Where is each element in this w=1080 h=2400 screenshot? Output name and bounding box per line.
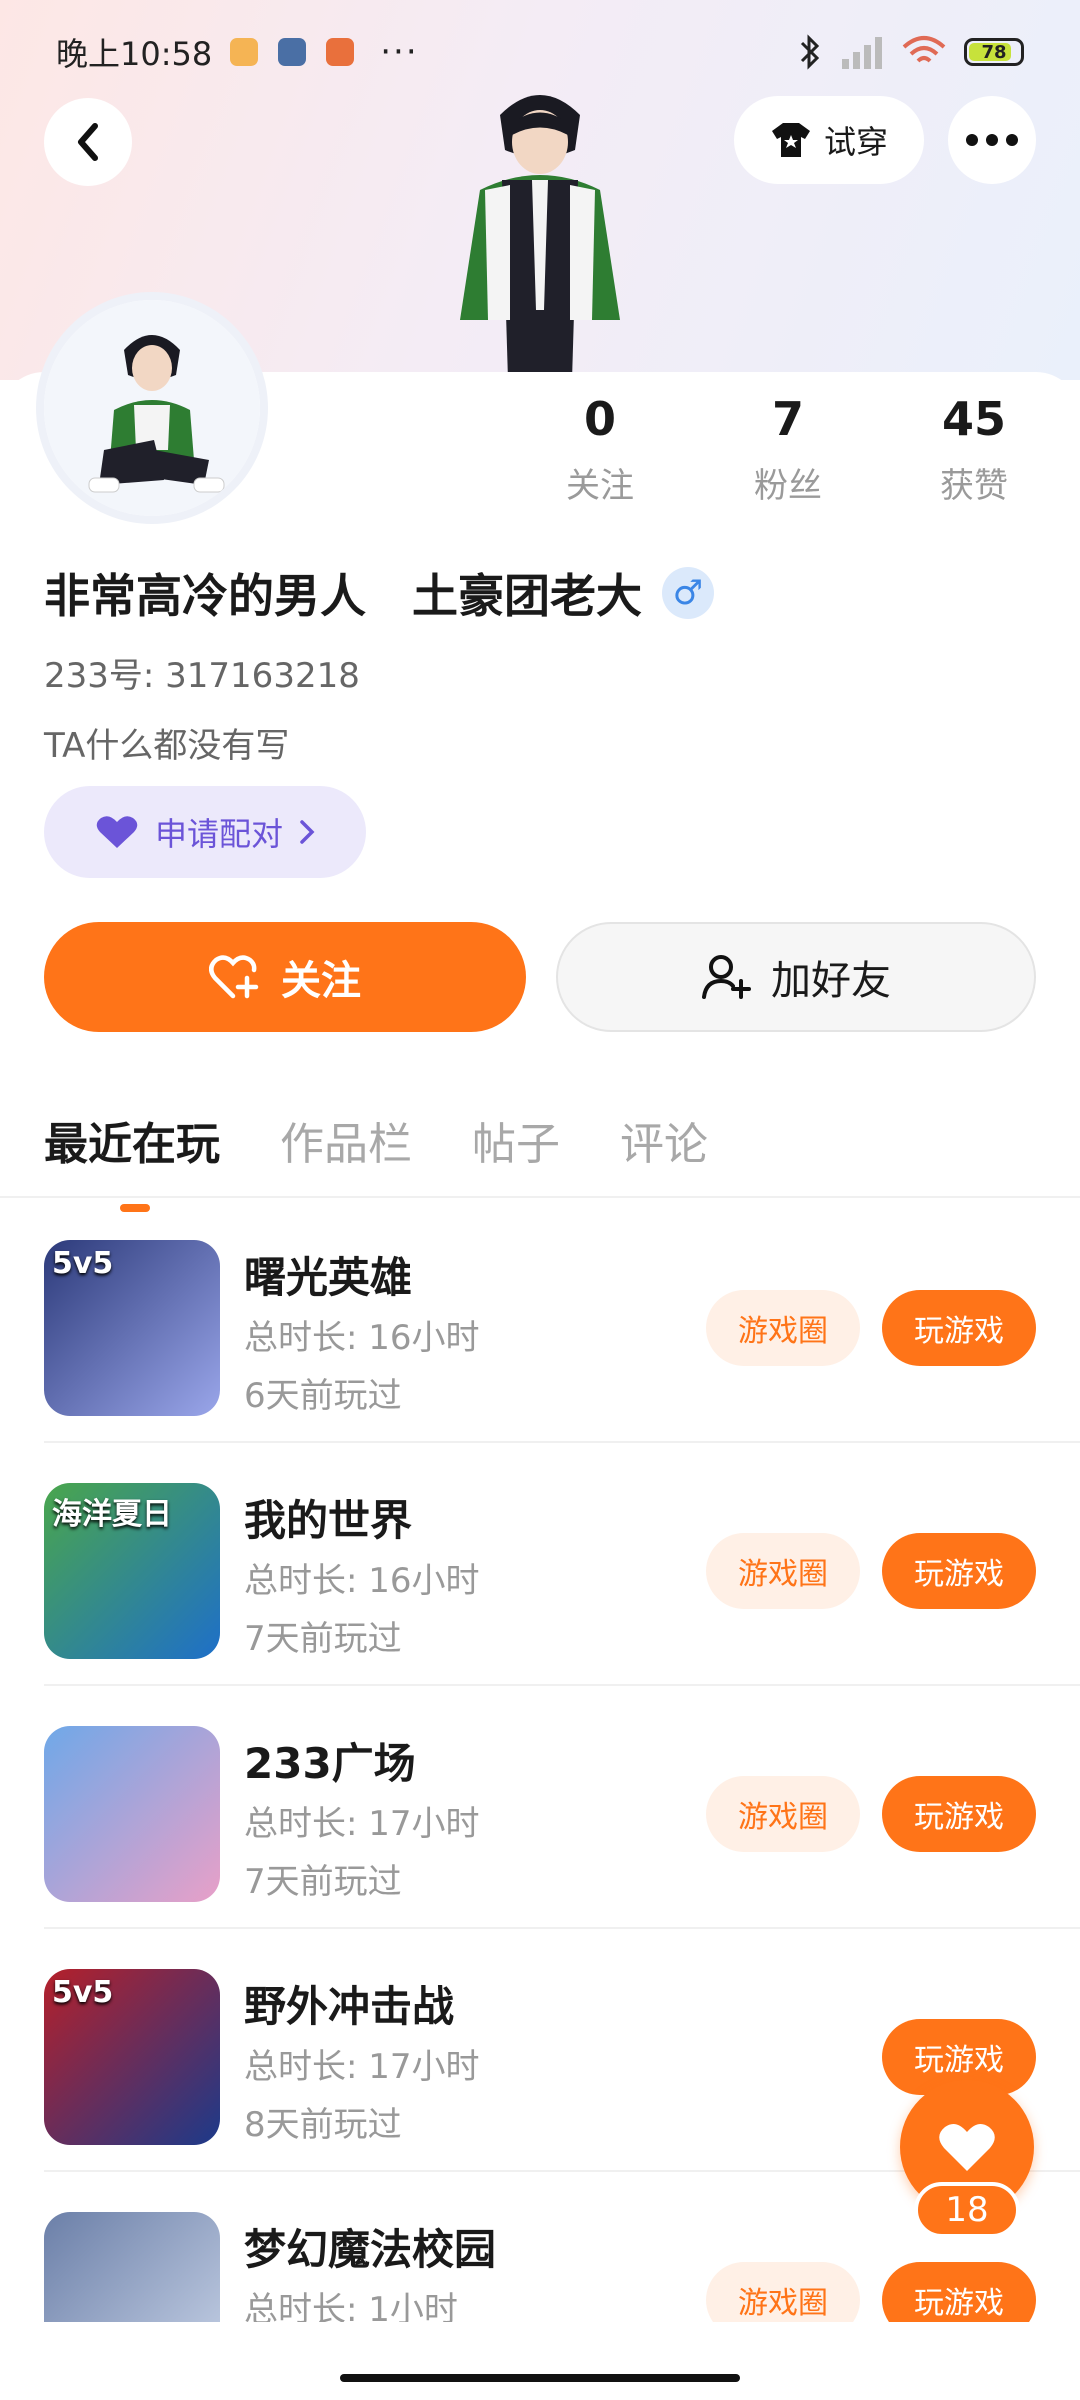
- heart-icon: [939, 2123, 995, 2171]
- following-stat[interactable]: 0 关注: [520, 392, 680, 507]
- profile-tabs: 最近在玩 作品栏 帖子 评论: [44, 1108, 708, 1212]
- game-list-item[interactable]: 5v5 曙光英雄总时长: 16小时 6天前玩过 游戏圈 玩游戏: [0, 1200, 1080, 1443]
- download-icon: [278, 38, 307, 66]
- game-last-played: 8天前玩过: [244, 2105, 402, 2145]
- game-list-item[interactable]: 233广场总时长: 17小时 7天前玩过 游戏圈 玩游戏: [0, 1686, 1080, 1929]
- like-count-badge: 18: [914, 2182, 1020, 2238]
- likes-label: 获赞: [940, 466, 1008, 506]
- game-circle-button[interactable]: 游戏圈: [706, 1290, 860, 1366]
- chevron-right-icon: [300, 820, 315, 844]
- game-title: 野外冲击战: [244, 1982, 455, 2031]
- notification-app-icon: [230, 38, 259, 66]
- add-friend-label: 加好友: [771, 958, 891, 1004]
- home-indicator[interactable]: [340, 2374, 740, 2382]
- male-gender-icon: ♂: [662, 567, 714, 619]
- shirt-icon: [771, 123, 810, 157]
- signal-icon: [842, 37, 882, 69]
- more-notifications-icon: ···: [380, 32, 419, 72]
- game-title: 曙光英雄: [244, 1253, 413, 1302]
- following-count: 0: [583, 392, 616, 446]
- play-game-button[interactable]: 玩游戏: [882, 1533, 1036, 1609]
- chevron-left-icon: [78, 123, 98, 161]
- avatar-character-image: [440, 80, 640, 384]
- game-duration: 总时长: 16小时: [244, 1561, 480, 1601]
- play-game-button[interactable]: 玩游戏: [882, 2262, 1036, 2322]
- game-circle-button[interactable]: 游戏圈: [706, 1533, 860, 1609]
- more-horizontal-icon: [966, 134, 1018, 146]
- play-game-button[interactable]: 玩游戏: [882, 1776, 1036, 1852]
- likes-stat[interactable]: 45 获赞: [894, 392, 1054, 507]
- wifi-icon: [902, 36, 946, 63]
- try-on-label: 试穿: [823, 123, 888, 161]
- notification-app-icon: [326, 38, 355, 66]
- game-last-played: 7天前玩过: [244, 1862, 402, 1902]
- game-icon[interactable]: 5v5: [44, 1240, 220, 1416]
- bluetooth-icon: [800, 34, 820, 70]
- game-icon[interactable]: 海洋夏日: [44, 1483, 220, 1659]
- more-options-button[interactable]: [948, 96, 1036, 184]
- try-on-button[interactable]: 试穿: [734, 96, 924, 184]
- status-bar: 晚上10:58 ··· 78: [56, 28, 1024, 76]
- heart-icon: [96, 816, 138, 848]
- game-last-played: 6天前玩过: [244, 1376, 402, 1416]
- followers-stat[interactable]: 7 粉丝: [708, 392, 868, 507]
- game-circle-button[interactable]: 游戏圈: [706, 2262, 860, 2322]
- follow-button[interactable]: 关注: [44, 922, 526, 1032]
- play-game-button[interactable]: 玩游戏: [882, 1290, 1036, 1366]
- status-time: 晚上10:58: [56, 35, 213, 73]
- request-match-label: 申请配对: [154, 815, 283, 853]
- game-duration: 总时长: 16小时: [244, 1318, 480, 1358]
- game-last-played: 7天前玩过: [244, 1619, 402, 1659]
- avatar[interactable]: [44, 300, 260, 516]
- game-icon[interactable]: [44, 2212, 220, 2322]
- heart-plus-icon: [209, 955, 259, 999]
- user-bio: TA什么都没有写: [44, 726, 290, 766]
- game-icon[interactable]: 5v5: [44, 1969, 220, 2145]
- game-duration: 总时长: 17小时: [244, 1804, 480, 1844]
- followers-count: 7: [771, 392, 804, 446]
- add-user-icon: [702, 955, 751, 999]
- request-match-button[interactable]: 申请配对: [44, 786, 366, 878]
- add-friend-button[interactable]: 加好友: [556, 922, 1036, 1032]
- tab-comments[interactable]: 评论: [620, 1108, 708, 1172]
- game-title: 梦幻魔法校园: [244, 2225, 497, 2274]
- tab-works[interactable]: 作品栏: [280, 1108, 412, 1172]
- game-title: 我的世界: [244, 1496, 413, 1545]
- battery-icon: 78: [964, 38, 1024, 66]
- game-list-item[interactable]: 海洋夏日 我的世界总时长: 16小时 7天前玩过 游戏圈 玩游戏: [0, 1443, 1080, 1686]
- game-duration: 总时长: 1小时: [244, 2290, 458, 2322]
- game-circle-button[interactable]: 游戏圈: [706, 1776, 860, 1852]
- user-id: 233号: 317163218: [44, 656, 360, 696]
- game-icon-text: 海洋夏日: [52, 1497, 172, 1532]
- followers-label: 粉丝: [754, 466, 822, 506]
- game-icon[interactable]: [44, 1726, 220, 1902]
- likes-count: 45: [941, 392, 1006, 446]
- game-title: 233广场: [244, 1739, 416, 1788]
- username: 非常高冷的男人 土豪团老大 ♂: [44, 560, 714, 626]
- tab-posts[interactable]: 帖子: [472, 1108, 560, 1172]
- tabs-divider: [0, 1196, 1080, 1198]
- following-label: 关注: [566, 466, 634, 506]
- tab-recently-played[interactable]: 最近在玩: [44, 1108, 220, 1212]
- username-text: 非常高冷的男人 土豪团老大: [44, 569, 642, 623]
- game-duration: 总时长: 17小时: [244, 2047, 480, 2087]
- game-icon-text: 5v5: [52, 1975, 114, 2010]
- back-button[interactable]: [44, 98, 132, 186]
- game-icon-text: 5v5: [52, 1246, 114, 1281]
- follow-label: 关注: [281, 958, 361, 1004]
